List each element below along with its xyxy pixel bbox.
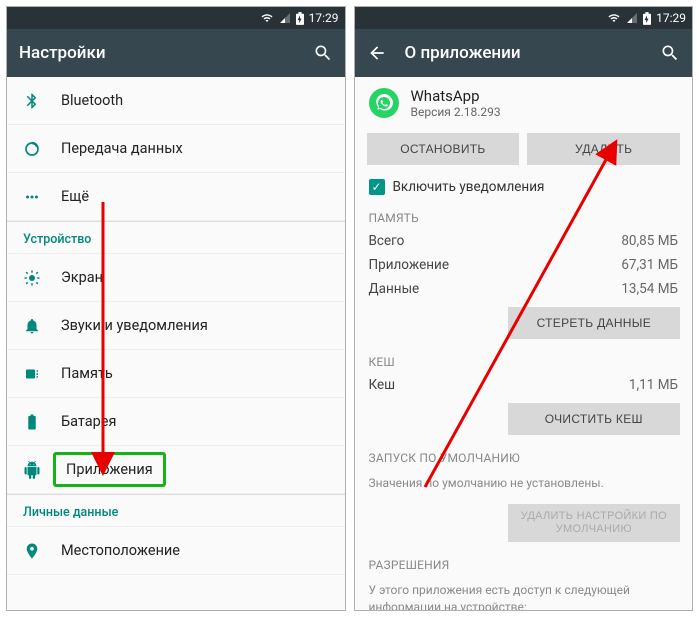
signal-icon [626,12,638,24]
bluetooth-icon [23,92,61,110]
section-memory: ПАМЯТЬ [355,201,693,229]
notifications-checkbox-row[interactable]: ✓ Включить уведомления [355,173,693,201]
page-title: О приложении [405,43,661,63]
clear-data-button[interactable]: СТЕРЕТЬ ДАННЫЕ [508,307,680,339]
section-launch: ЗАПУСК ПО УМОЛЧАНИЮ [355,441,693,469]
search-icon[interactable] [313,43,333,63]
launch-note: Значения по умолчанию не установлены. [355,469,693,498]
app-version: Версия 2.18.293 [411,105,501,119]
clear-defaults-button: УДАЛИТЬ НАСТРОЙКИ ПО УМОЛЧАНИЮ [508,504,680,542]
search-icon[interactable] [660,43,680,63]
more-icon [23,188,61,206]
clock: 17:29 [656,11,686,25]
section-personal: Личные данные [7,494,345,527]
stop-button[interactable]: ОСТАНОВИТЬ [367,133,520,165]
settings-screen: 17:29 Настройки Bluetooth Передача данны… [6,6,346,611]
app-bar: О приложении [355,29,693,77]
row-data-usage[interactable]: Передача данных [7,125,345,173]
row-label: Батарея [61,413,329,430]
row-label: Память [61,365,329,382]
row-location[interactable]: Местоположение [7,527,345,575]
row-bluetooth[interactable]: Bluetooth [7,77,345,125]
app-header: WhatsApp Версия 2.18.293 [355,77,693,129]
display-icon [23,269,61,287]
battery-icon [296,12,304,25]
row-label: Экран [61,269,329,286]
page-title: Настройки [19,43,313,63]
row-apps[interactable]: Приложения [7,446,345,494]
status-bar: 17:29 [7,7,345,29]
checkbox-label: Включить уведомления [393,179,545,195]
clear-cache-button[interactable]: ОЧИСТИТЬ КЕШ [508,403,680,435]
battery-icon [23,413,61,431]
battery-icon [643,12,651,25]
section-device: Устройство [7,221,345,254]
section-cache: КЕШ [355,345,693,373]
row-more[interactable]: Ещё [7,173,345,221]
permissions-note: У этого приложения есть доступ к следующ… [355,576,693,610]
wifi-icon [260,12,274,24]
row-label: Ещё [61,188,329,205]
app-info-screen: 17:29 О приложении WhatsApp Версия 2.18.… [354,6,694,611]
row-sound[interactable]: Звуки и уведомления [7,302,345,350]
row-memory[interactable]: Память [7,350,345,398]
location-icon [23,542,61,560]
row-label: Звуки и уведомления [61,317,329,334]
app-name: WhatsApp [411,87,501,105]
uninstall-button[interactable]: УДАЛИТЬ [527,133,680,165]
bell-icon [23,317,61,335]
clock: 17:29 [309,11,339,25]
wifi-icon [607,12,621,24]
mem-app: Приложение67,31 МБ [355,253,693,277]
app-bar: Настройки [7,29,345,77]
row-battery[interactable]: Батарея [7,398,345,446]
signal-icon [279,12,291,24]
row-display[interactable]: Экран [7,254,345,302]
section-permissions: РАЗРЕШЕНИЯ [355,548,693,576]
status-bar: 17:29 [355,7,693,29]
data-usage-icon [23,140,61,158]
whatsapp-icon [369,88,399,118]
app-info-content[interactable]: WhatsApp Версия 2.18.293 ОСТАНОВИТЬ УДАЛ… [355,77,693,610]
row-label: Приложения [61,461,329,478]
apps-highlight: Приложения [53,452,166,487]
back-icon[interactable] [367,43,387,63]
cache-size: Кеш1,11 МБ [355,373,693,397]
memory-icon [23,365,61,383]
checkbox-checked-icon: ✓ [369,179,385,195]
mem-data: Данные13,54 МБ [355,277,693,301]
row-label: Передача данных [61,140,329,157]
mem-total: Всего80,85 МБ [355,229,693,253]
row-label: Местоположение [61,542,329,559]
row-label: Bluetooth [61,92,329,109]
settings-list[interactable]: Bluetooth Передача данных Ещё Устройство… [7,77,345,610]
